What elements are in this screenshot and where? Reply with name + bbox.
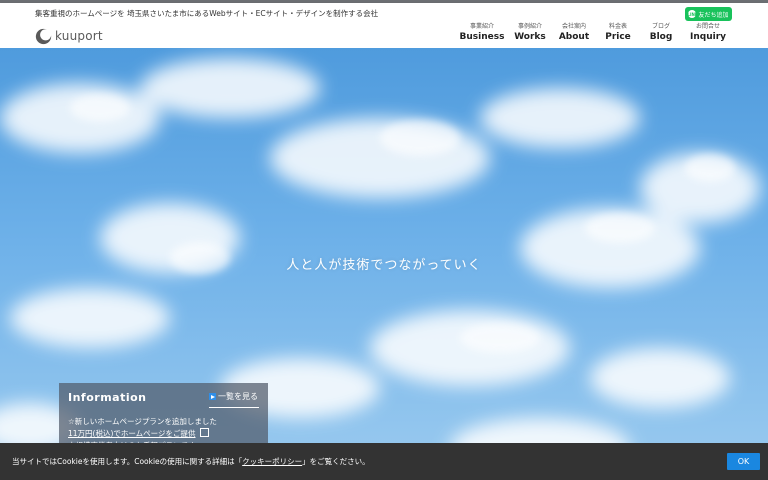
nav-works-en: Works (514, 32, 546, 42)
nav-business-jp: 事業紹介 (469, 23, 494, 30)
site-tagline: 集客重視のホームページを 埼玉県さいたま市にあるWebサイト・ECサイト・デザイ… (35, 9, 379, 18)
nav-blog-jp: ブログ (651, 23, 670, 30)
line-add-friend-button[interactable]: LINE 友だち追加 (685, 7, 732, 21)
nav-item-price[interactable]: 料金表 Price (598, 23, 638, 47)
nav-item-inquiry[interactable]: お問合せ Inquiry (683, 23, 733, 47)
cookie-banner: 当サイトではCookieを使用します。Cookieの使用に関する詳細は「クッキー… (0, 443, 768, 480)
information-item-link[interactable]: 11万円(税込)でホームページをご提供 (68, 428, 209, 439)
external-link-icon (199, 428, 209, 437)
information-more-link[interactable]: 一覧を見る (209, 391, 258, 402)
play-arrow-icon (209, 393, 216, 400)
line-icon: LINE (687, 10, 698, 18)
line-button-label: 友だち追加 (698, 11, 729, 19)
information-divider (209, 407, 259, 408)
cookie-ok-button[interactable]: OK (727, 453, 760, 470)
nav-item-blog[interactable]: ブログ Blog (641, 23, 681, 47)
nav-item-works[interactable]: 事例紹介 Works (510, 23, 550, 47)
nav-blog-en: Blog (649, 32, 673, 42)
nav-inquiry-en: Inquiry (690, 32, 726, 42)
information-title: Information (68, 391, 147, 404)
logo-mark-icon (35, 28, 52, 44)
site-header: 集客重視のホームページを 埼玉県さいたま市にあるWebサイト・ECサイト・デザイ… (0, 3, 768, 48)
nav-item-business[interactable]: 事業紹介 Business (455, 23, 509, 47)
nav-price-jp: 料金表 (608, 23, 627, 30)
main-nav: 事業紹介 Business 事例紹介 Works 会社案内 About 料金表 … (455, 23, 740, 47)
nav-works-jp: 事例紹介 (517, 23, 542, 30)
nav-price-en: Price (605, 32, 631, 42)
cookie-text-before: 当サイトではCookieを使用します。Cookieの使用に関する詳細は「 (12, 457, 243, 466)
nav-business-en: Business (459, 32, 505, 42)
nav-about-jp: 会社案内 (561, 23, 586, 30)
nav-about-en: About (558, 32, 590, 42)
logo-text: kuuport (55, 29, 103, 43)
information-more-label: 一覧を見る (218, 392, 258, 401)
cookie-text-after: 」をご覧ください。 (302, 457, 370, 466)
cookie-policy-link[interactable]: クッキーポリシー (242, 457, 302, 466)
nav-item-about[interactable]: 会社案内 About (554, 23, 594, 47)
information-item: ☆新しいホームページプランを追加しました (68, 417, 217, 426)
information-link-text[interactable]: 11万円(税込)でホームページをご提供 (68, 429, 196, 438)
site-logo[interactable]: kuuport (35, 27, 103, 45)
hero-catchphrase: 人と人が技術でつながっていく (286, 258, 482, 273)
cookie-message: 当サイトではCookieを使用します。Cookieの使用に関する詳細は「クッキー… (12, 456, 370, 467)
nav-inquiry-jp: お問合せ (695, 23, 720, 30)
